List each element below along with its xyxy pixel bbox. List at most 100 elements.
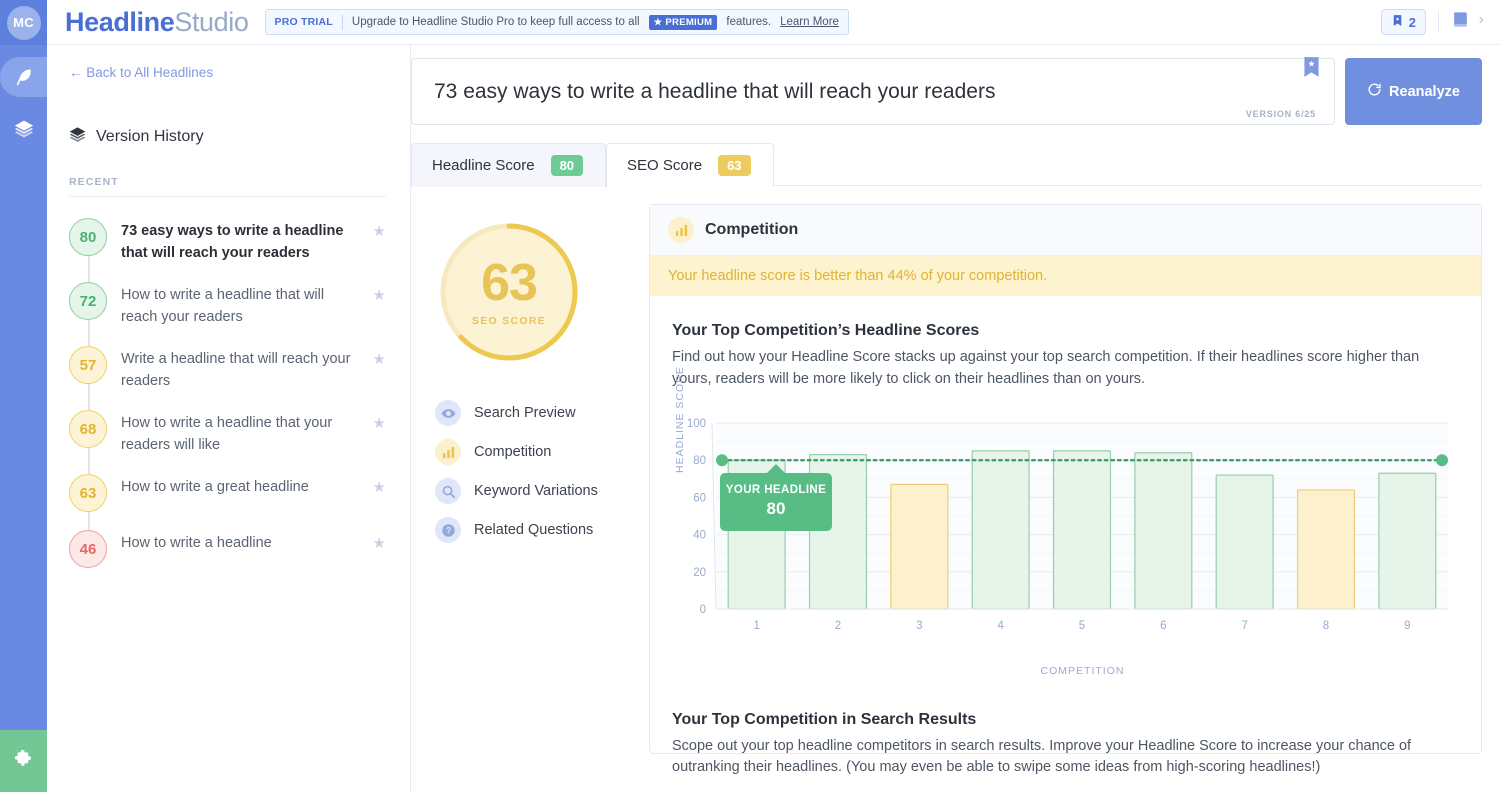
version-text: How to write a headline <box>121 535 272 552</box>
list-item[interactable]: 80 73 easy ways to write a headline that… <box>69 209 386 273</box>
version-text: How to write a headline that your reader… <box>121 415 333 454</box>
tab-label: SEO Score <box>627 157 703 174</box>
recent-label: RECENT <box>69 176 119 188</box>
avatar[interactable]: MC <box>0 0 47 45</box>
bookmark-icon[interactable] <box>1303 56 1320 83</box>
svg-text:6: 6 <box>1160 620 1166 632</box>
star-icon: ★ <box>653 16 663 28</box>
list-item[interactable]: 46 How to write a headline ★ <box>69 521 386 577</box>
question-icon: ? <box>435 517 461 543</box>
chart-y-axis-label: HEADLINE SCORE <box>674 365 686 473</box>
sidebar-item-search-preview[interactable]: Search Preview <box>435 400 647 426</box>
brand-bold: Headline <box>65 6 175 37</box>
top-bar-actions: 2 <box>1380 9 1486 35</box>
search-icon <box>435 478 461 504</box>
tab-badge: 63 <box>718 155 751 176</box>
section-body: Scope out your top headline competitors … <box>672 737 1412 776</box>
puzzle-icon <box>13 748 35 775</box>
svg-text:2: 2 <box>835 620 841 632</box>
top-bar-divider <box>1438 11 1439 33</box>
competition-scores-section: Your Top Competition’s Headline Scores F… <box>650 296 1481 677</box>
headline-input[interactable]: 73 easy ways to write a headline that wi… <box>411 56 1335 125</box>
bookmark-icon <box>1391 13 1404 31</box>
seo-score-value: 63 <box>481 254 538 312</box>
star-icon[interactable]: ★ <box>373 282 386 304</box>
app-root: MC HeadlineStudio PRO TRIAL Upgrade to H… <box>0 0 1500 792</box>
headline-editor-row: 73 easy ways to write a headline that wi… <box>411 45 1500 125</box>
headline-text: 73 easy ways to write a headline that wi… <box>434 79 996 103</box>
promo-text: Upgrade to Headline Studio Pro to keep f… <box>351 16 640 28</box>
bookmark-count-button[interactable]: 2 <box>1380 9 1426 35</box>
sidebar-item-keyword-variations[interactable]: Keyword Variations <box>435 478 647 504</box>
recent-divider <box>69 196 386 197</box>
feather-icon <box>14 67 34 87</box>
main-content: 73 easy ways to write a headline that wi… <box>411 45 1500 792</box>
sidebar-item-competition[interactable]: Competition <box>435 439 647 465</box>
promo-banner: PRO TRIAL Upgrade to Headline Studio Pro… <box>264 9 849 35</box>
svg-text:5: 5 <box>1079 620 1085 632</box>
version-text: Write a headline that will reach your re… <box>121 351 351 390</box>
sidebar-item-label: Related Questions <box>474 522 594 538</box>
tab-seo-score[interactable]: SEO Score 63 <box>606 143 774 187</box>
book-icon <box>1451 10 1470 34</box>
competition-bar-chart: HEADLINE SCORE 0 20 40 60 80 100 1 2 3 4 5 6 7 8 9 YOU… <box>672 366 1459 663</box>
sidebar-item-label: Competition <box>474 444 552 460</box>
version-text: 73 easy ways to write a headline that wi… <box>121 223 344 262</box>
app-logo[interactable]: HeadlineStudio <box>65 7 249 38</box>
star-icon[interactable]: ★ <box>373 410 386 432</box>
version-history-sidebar: ← Back to All Headlines Version History … <box>47 45 411 792</box>
svg-text:4: 4 <box>997 620 1004 632</box>
library-toggle-button[interactable] <box>1451 10 1486 34</box>
competition-panel-header: Competition <box>650 205 1481 256</box>
chart-x-axis-label: COMPETITION <box>1040 664 1125 677</box>
rail-item-library[interactable] <box>4 109 44 149</box>
star-icon[interactable]: ★ <box>373 346 386 368</box>
svg-text:100: 100 <box>687 418 706 430</box>
seo-nav-list: Search Preview Competition Keyword Varia… <box>435 400 647 543</box>
star-icon[interactable]: ★ <box>373 218 386 240</box>
status-badge: 57 <box>69 346 107 385</box>
seo-score-label: 63 SEO SCORE <box>435 218 583 366</box>
version-history-header: Version History <box>69 126 386 148</box>
tooltip-title: YOUR HEADLINE <box>725 484 827 496</box>
top-bar: HeadlineStudio PRO TRIAL Upgrade to Head… <box>47 0 1500 45</box>
svg-text:7: 7 <box>1241 620 1247 632</box>
star-icon[interactable]: ★ <box>373 530 386 552</box>
seo-body: 63 SEO SCORE Search Preview Competition … <box>411 186 1500 775</box>
tab-label: Headline Score <box>432 157 535 174</box>
your-headline-tooltip: YOUR HEADLINE 80 <box>720 463 832 531</box>
version-history-title: Version History <box>96 128 204 145</box>
version-text: How to write a great headline <box>121 479 309 496</box>
list-item[interactable]: 72 How to write a headline that will rea… <box>69 273 386 337</box>
svg-text:8: 8 <box>1323 620 1329 632</box>
reanalyze-button[interactable]: Reanalyze <box>1345 58 1482 125</box>
status-badge: 72 <box>69 282 107 321</box>
seo-score-ring: 63 SEO SCORE <box>435 218 583 366</box>
seo-score-caption: SEO SCORE <box>471 315 547 327</box>
promo-divider <box>341 14 343 30</box>
score-tabs: Headline Score 80 SEO Score 63 <box>411 142 1500 187</box>
panel-title: Competition <box>705 221 799 238</box>
tooltip-value: 80 <box>766 499 786 518</box>
layers-icon <box>69 126 86 148</box>
list-item[interactable]: 57 Write a headline that will reach your… <box>69 337 386 401</box>
back-to-all-headlines-link[interactable]: ← Back to All Headlines <box>69 65 386 80</box>
svg-text:?: ? <box>445 525 450 535</box>
promo-text-after: features. <box>726 16 772 28</box>
status-badge: 80 <box>69 218 107 256</box>
learn-more-link[interactable]: Learn More <box>780 16 839 28</box>
brand-light: Studio <box>174 6 249 37</box>
tab-headline-score[interactable]: Headline Score 80 <box>411 143 607 187</box>
list-item[interactable]: 63 How to write a great headline ★ <box>69 465 386 521</box>
sidebar-item-related-questions[interactable]: ? Related Questions <box>435 517 647 543</box>
version-text: How to write a headline that will reach … <box>121 287 325 326</box>
star-icon[interactable]: ★ <box>373 474 386 496</box>
rail-item-extensions[interactable] <box>0 730 47 792</box>
competition-search-results-section: Your Top Competition in Search Results S… <box>650 677 1481 780</box>
sidebar-item-label: Search Preview <box>474 405 576 421</box>
section-body: Find out how your Headline Score stacks … <box>672 349 1420 387</box>
competition-panel: Competition Your headline score is bette… <box>649 204 1482 775</box>
list-item[interactable]: 68 How to write a headline that your rea… <box>69 401 386 465</box>
rail-item-headlines[interactable] <box>0 57 47 97</box>
seo-summary-column: 63 SEO SCORE Search Preview Competition … <box>411 186 647 754</box>
